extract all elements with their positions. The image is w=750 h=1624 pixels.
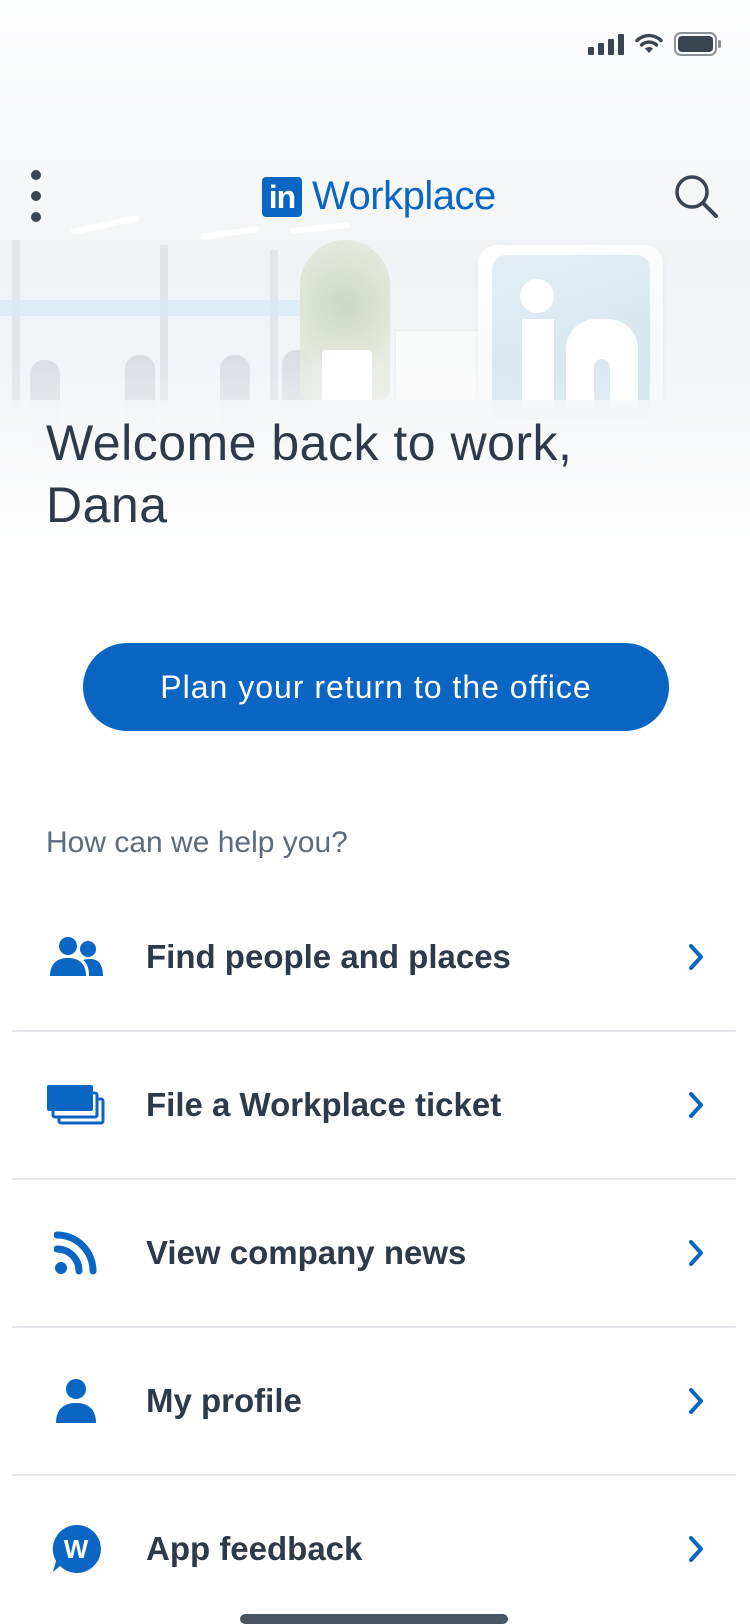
tickets-icon — [46, 1081, 106, 1129]
more-vertical-icon[interactable] — [22, 170, 50, 222]
help-heading: How can we help you? — [46, 826, 348, 859]
search-icon[interactable] — [672, 172, 720, 220]
help-menu-list: Find people and places File a Workplace … — [12, 884, 736, 1622]
menu-item-label: View company news — [146, 1234, 467, 1271]
menu-item-label: My profile — [146, 1382, 302, 1419]
welcome-heading: Welcome back to work, Dana — [46, 415, 573, 533]
menu-item-label: App feedback — [146, 1530, 363, 1567]
linkedin-logo-mark: in — [262, 176, 302, 217]
wifi-icon — [635, 33, 663, 53]
hero-background — [0, 0, 750, 650]
cellular-signal-icon — [588, 33, 624, 55]
chevron-right-icon — [689, 1536, 703, 1562]
plan-return-button[interactable]: Plan your return to the office — [83, 643, 669, 731]
app-header: in Workplace — [0, 160, 750, 230]
menu-item-my-profile[interactable]: My profile — [12, 1328, 736, 1476]
menu-item-find-people[interactable]: Find people and places — [12, 884, 736, 1032]
hero-fade-overlay — [0, 0, 750, 650]
menu-item-app-feedback[interactable]: W App feedback — [12, 1476, 736, 1622]
menu-item-file-ticket[interactable]: File a Workplace ticket — [12, 1032, 736, 1180]
chevron-right-icon — [689, 1092, 703, 1118]
logo-wordmark: Workplace — [312, 174, 496, 218]
app-logo: in Workplace — [262, 174, 496, 219]
chevron-right-icon — [689, 1240, 703, 1266]
rss-icon — [46, 1229, 106, 1277]
chevron-right-icon — [689, 944, 703, 970]
feedback-icon-letter: W — [63, 1533, 89, 1564]
home-indicator[interactable] — [240, 1614, 508, 1624]
person-icon — [46, 1377, 106, 1425]
battery-icon — [674, 32, 721, 56]
feedback-w-icon: W — [46, 1524, 106, 1573]
menu-item-company-news[interactable]: View company news — [12, 1180, 736, 1328]
chevron-right-icon — [689, 1388, 703, 1414]
status-bar — [588, 32, 722, 56]
people-icon — [46, 933, 106, 981]
menu-item-label: Find people and places — [146, 938, 511, 975]
menu-item-label: File a Workplace ticket — [146, 1086, 502, 1123]
